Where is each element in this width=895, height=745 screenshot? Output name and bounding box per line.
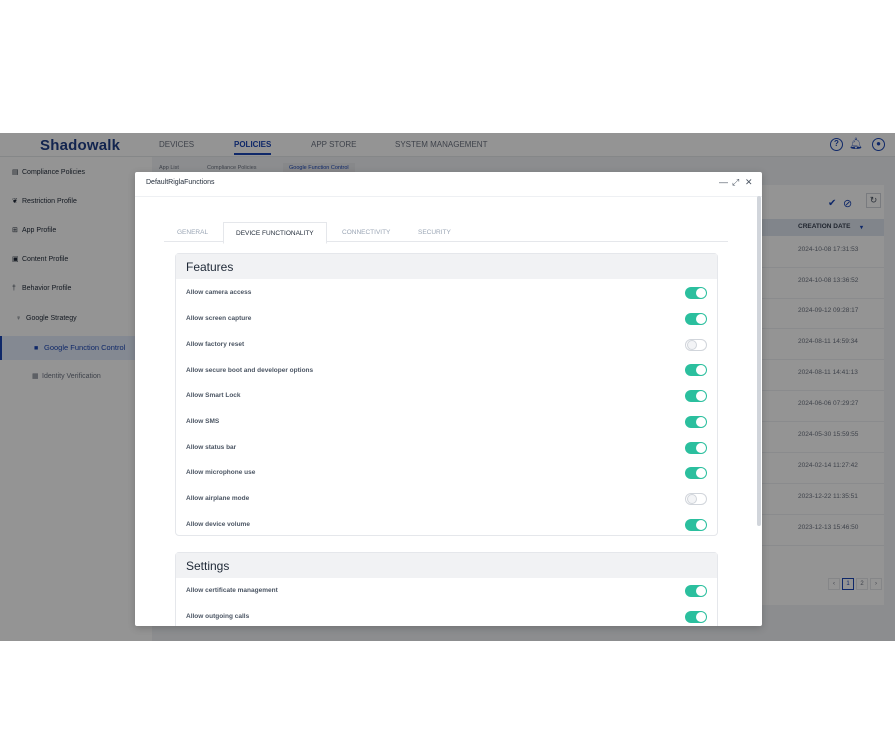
toggle-knob	[696, 520, 706, 530]
toggle-knob	[696, 586, 706, 596]
setting-label: Allow status bar	[186, 444, 237, 451]
toggle-factory-reset[interactable]	[685, 339, 707, 351]
toggle-knob	[696, 468, 706, 478]
minimize-icon[interactable]: —	[719, 177, 728, 187]
settings-section: Settings Allow certificate management Al…	[175, 552, 718, 626]
setting-label: Allow device volume	[186, 521, 250, 528]
setting-label: Allow factory reset	[186, 341, 245, 348]
toggle-device-volume[interactable]	[685, 519, 707, 531]
setting-label: Allow microphone use	[186, 469, 256, 476]
setting-label: Allow airplane mode	[186, 495, 250, 502]
setting-label: Allow outgoing calls	[186, 613, 250, 620]
toggle-secure-boot[interactable]	[685, 364, 707, 376]
toggle-knob	[696, 288, 706, 298]
toggle-knob	[696, 314, 706, 324]
toggle-airplane-mode[interactable]	[685, 493, 707, 505]
features-section: Features Allow camera access Allow scree…	[175, 253, 718, 536]
toggle-status-bar[interactable]	[685, 442, 707, 454]
features-title: Features	[186, 260, 234, 274]
setting-label: Allow camera access	[186, 289, 252, 296]
toggle-knob	[696, 365, 706, 375]
setting-label: Allow SMS	[186, 418, 220, 425]
maximize-icon[interactable]: ⤢	[732, 177, 739, 188]
settings-title: Settings	[186, 559, 230, 573]
toggle-knob	[696, 417, 706, 427]
setting-label: Allow secure boot and developer options	[186, 367, 314, 374]
tab-device-functionality[interactable]: DEVICE FUNCTIONALITY	[223, 222, 327, 244]
tab-connectivity[interactable]: CONNECTIVITY	[342, 229, 390, 236]
toggle-sms[interactable]	[685, 416, 707, 428]
toggle-knob	[696, 391, 706, 401]
dialog-title: DefaultRiglaFunctions	[146, 179, 215, 186]
toggle-knob	[687, 340, 697, 350]
features-header: Features	[176, 254, 717, 279]
tab-security[interactable]: SECURITY	[418, 229, 451, 236]
dialog-scrollbar[interactable]	[757, 196, 761, 526]
setting-label: Allow certificate management	[186, 587, 278, 594]
toggle-knob	[696, 612, 706, 622]
toggle-knob	[696, 443, 706, 453]
policy-dialog: DefaultRiglaFunctions — ⤢ ✕ GENERAL DEVI…	[135, 172, 762, 626]
setting-label: Allow screen capture	[186, 315, 252, 322]
toggle-outgoing-calls[interactable]	[685, 611, 707, 623]
toggle-screen-capture[interactable]	[685, 313, 707, 325]
close-icon[interactable]: ✕	[745, 177, 753, 188]
toggle-knob	[687, 494, 697, 504]
dialog-tabs: GENERAL DEVICE FUNCTIONALITY CONNECTIVIT…	[164, 220, 728, 244]
tab-general[interactable]: GENERAL	[177, 229, 208, 236]
dialog-divider	[135, 196, 762, 197]
toggle-smart-lock[interactable]	[685, 390, 707, 402]
toggle-microphone[interactable]	[685, 467, 707, 479]
settings-header: Settings	[176, 553, 717, 578]
toggle-camera-access[interactable]	[685, 287, 707, 299]
setting-label: Allow Smart Lock	[186, 392, 241, 399]
toggle-certificate-management[interactable]	[685, 585, 707, 597]
